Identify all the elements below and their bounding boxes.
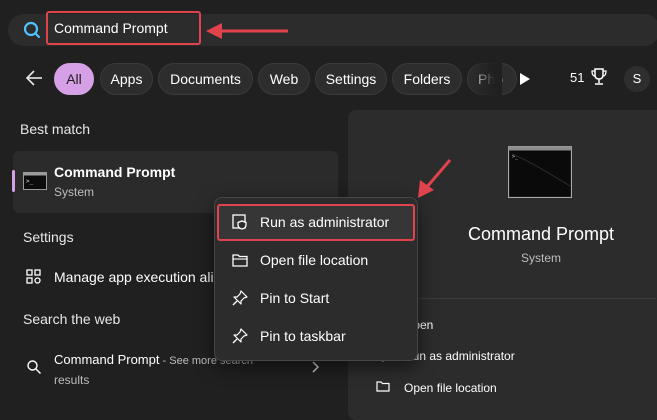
menu-item-run-as-administrator[interactable]: Run as administrator — [216, 204, 416, 240]
play-icon[interactable] — [519, 72, 531, 86]
command-prompt-icon: >_ — [23, 172, 47, 190]
trophy-icon[interactable] — [590, 67, 608, 87]
web-result-title: Command Prompt — [54, 352, 160, 367]
pin-icon — [232, 290, 248, 306]
avatar[interactable]: S — [624, 66, 650, 92]
settings-section-title: Settings — [23, 229, 74, 245]
settings-result-item[interactable]: Manage app execution aliases — [54, 269, 218, 285]
menu-item-pin-to-taskbar[interactable]: Pin to taskbar — [216, 318, 416, 354]
menu-item-label: Pin to Start — [260, 290, 330, 306]
command-prompt-large-icon: >_ — [508, 146, 572, 198]
menu-item-open-file-location[interactable]: Open file location — [216, 242, 416, 278]
best-match-title: Best match — [20, 121, 91, 137]
web-search-icon — [27, 360, 41, 374]
app-alias-settings-icon — [26, 269, 41, 284]
rewards-points: 51 — [570, 70, 585, 85]
best-match-type: System — [54, 185, 95, 199]
filter-documents[interactable]: Documents — [158, 63, 253, 95]
filter-apps[interactable]: Apps — [100, 63, 153, 95]
shield-icon — [232, 214, 247, 230]
selection-indicator — [12, 170, 15, 192]
filter-folders[interactable]: Folders — [392, 63, 462, 95]
menu-item-pin-to-start[interactable]: Pin to Start — [216, 280, 416, 316]
search-web-title: Search the web — [23, 311, 121, 327]
svg-text:>_: >_ — [512, 154, 519, 160]
details-action-open-location[interactable]: Open file location — [404, 381, 497, 395]
folder-icon — [376, 381, 390, 392]
menu-item-label: Open file location — [260, 252, 369, 268]
filter-all[interactable]: All — [54, 63, 94, 95]
pin-icon — [232, 328, 248, 344]
filter-settings[interactable]: Settings — [315, 63, 387, 95]
menu-item-label: Run as administrator — [260, 214, 390, 230]
details-action-run-admin[interactable]: Run as administrator — [404, 349, 515, 363]
search-icon — [23, 21, 41, 39]
menu-item-label: Pin to taskbar — [260, 328, 346, 344]
folder-icon — [232, 254, 248, 267]
search-input[interactable]: Command Prompt — [46, 11, 201, 45]
filter-web[interactable]: Web — [258, 63, 310, 95]
svg-text:>_: >_ — [26, 178, 34, 185]
chevron-right-icon[interactable] — [310, 360, 320, 374]
back-arrow-icon[interactable] — [24, 68, 44, 88]
best-match-name: Command Prompt — [54, 164, 176, 180]
web-result-line2: results — [54, 373, 90, 387]
filter-fade — [468, 60, 502, 98]
